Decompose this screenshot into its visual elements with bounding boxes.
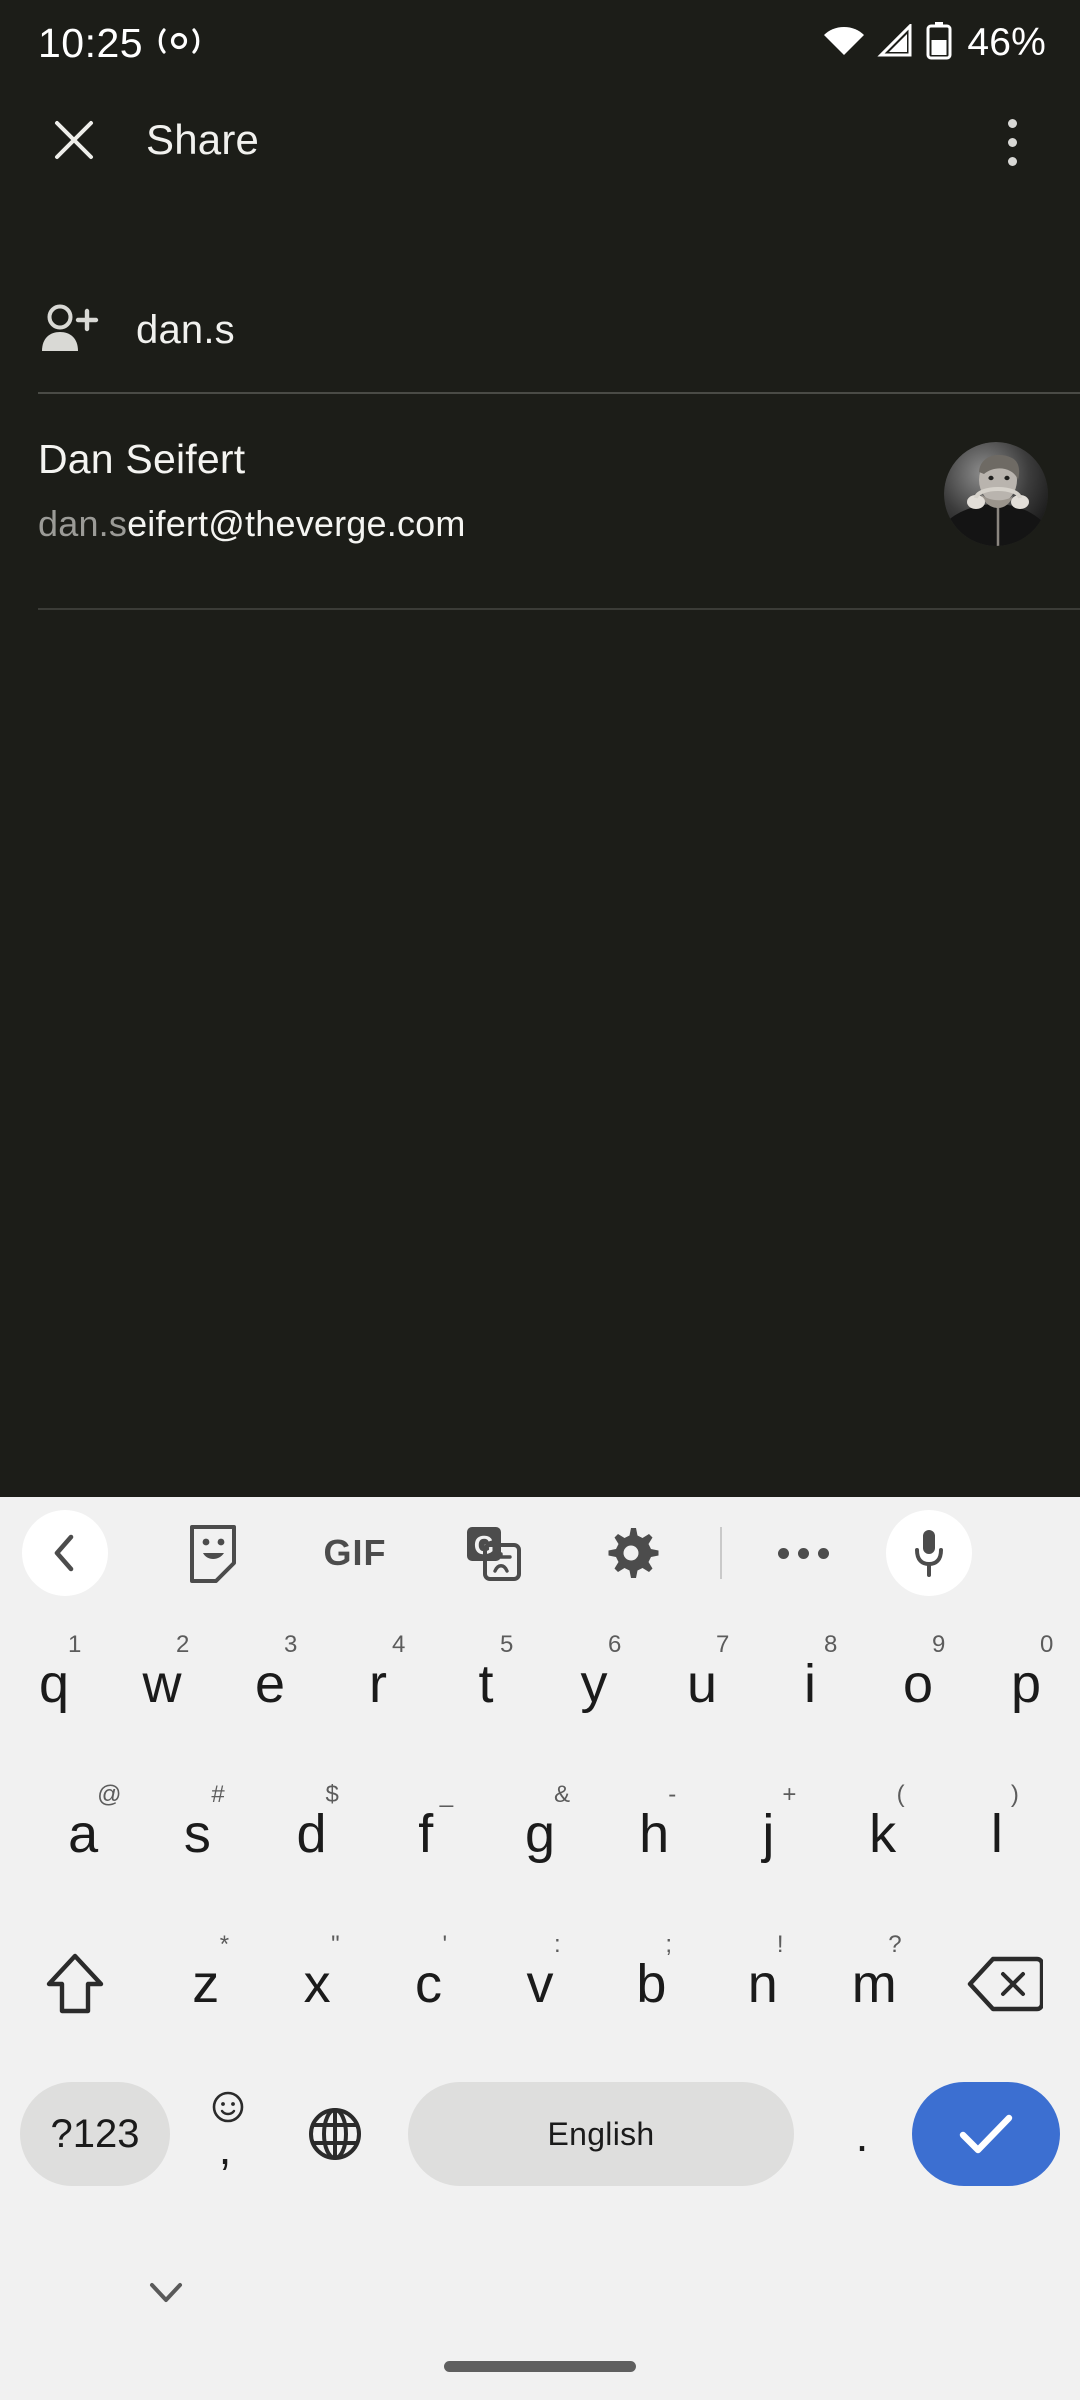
key-h[interactable]: -h <box>597 1759 711 1909</box>
key-m[interactable]: ? m <box>819 1909 930 2059</box>
key-b[interactable]: ; b <box>596 1909 707 2059</box>
key-c[interactable]: ' c <box>373 1909 484 2059</box>
gesture-nav-pill[interactable] <box>444 2361 636 2372</box>
key-a[interactable]: @ a <box>26 1759 140 1909</box>
key-f[interactable]: _ f <box>369 1759 483 1909</box>
toolbar-divider <box>720 1527 722 1579</box>
keyboard-row-3: * z " x ' c :v ; b ! n ? m <box>0 1909 1080 2059</box>
key-r[interactable]: 4r <box>324 1609 432 1759</box>
comma-glyph: , <box>218 2122 232 2174</box>
key-w[interactable]: 2w <box>108 1609 216 1759</box>
recipient-input-value[interactable]: dan.s <box>136 308 235 353</box>
more-options-icon[interactable] <box>748 1547 858 1559</box>
page-title: Share <box>146 116 260 163</box>
gif-icon[interactable]: GIF <box>300 1505 410 1601</box>
space-key[interactable]: English <box>408 2082 794 2186</box>
contact-name: Dan Seifert <box>38 436 246 482</box>
status-bar-left: 10:25 <box>38 20 201 67</box>
shift-key[interactable] <box>0 1909 150 2059</box>
keyboard-row-4: ?123 , English . <box>0 2059 1080 2209</box>
translate-icon[interactable]: G <box>438 1505 548 1601</box>
period-glyph: . <box>855 2109 869 2161</box>
symbols-key[interactable]: ?123 <box>20 2082 170 2186</box>
sticker-icon[interactable] <box>158 1505 268 1601</box>
battery-percent-label: 46% <box>967 21 1046 64</box>
contact-suggestion-row[interactable]: Dan Seifert dan.seifert@theverge.com <box>0 394 1080 608</box>
keyboard-bottom-bar <box>0 2209 1080 2400</box>
backspace-key[interactable] <box>930 1909 1080 2059</box>
key-s[interactable]: # s <box>140 1759 254 1909</box>
enter-done-key[interactable] <box>912 2082 1060 2186</box>
key-e[interactable]: 3e <box>216 1609 324 1759</box>
keyboard-row-1: 1q 2w 3e 4r 5t 6y 7u 8i 9o 0p <box>0 1609 1080 1759</box>
key-p[interactable]: 0p <box>972 1609 1080 1759</box>
key-y[interactable]: 6y <box>540 1609 648 1759</box>
key-d[interactable]: $ d <box>254 1759 368 1909</box>
wifi-icon <box>822 24 866 62</box>
key-i[interactable]: 8i <box>756 1609 864 1759</box>
key-t[interactable]: 5t <box>432 1609 540 1759</box>
contact-email-matched: dan.s <box>38 503 128 544</box>
overflow-menu-icon[interactable] <box>972 102 1052 182</box>
key-u[interactable]: 7u <box>648 1609 756 1759</box>
space-language-label: English <box>547 2115 655 2152</box>
keyboard-toolbar: GIF G <box>0 1497 1080 1609</box>
gear-icon[interactable] <box>576 1505 686 1601</box>
key-n[interactable]: ! n <box>707 1909 818 2059</box>
keyboard-row-2: @ a # s $ d _ f & g -h + j (k ) l <box>0 1759 1080 1909</box>
status-clock: 10:25 <box>38 19 144 66</box>
contact-email-rest: eifert@theverge.com <box>127 503 466 544</box>
person-add-icon <box>34 294 106 366</box>
key-x[interactable]: " x <box>261 1909 372 2059</box>
microphone-icon[interactable] <box>886 1510 972 1596</box>
share-app-bar: Share <box>0 86 1080 194</box>
key-g[interactable]: & g <box>483 1759 597 1909</box>
hotspot-icon <box>157 26 201 61</box>
contact-email: dan.seifert@theverge.com <box>38 503 466 545</box>
key-k[interactable]: (k <box>826 1759 940 1909</box>
status-bar: 10:25 46% <box>0 0 1080 86</box>
cellular-signal-icon <box>877 22 915 62</box>
language-switch-key[interactable] <box>280 2105 390 2163</box>
close-icon[interactable] <box>22 88 126 192</box>
chevron-down-icon[interactable] <box>126 2253 206 2333</box>
recipient-input-row[interactable]: dan.s <box>0 272 1080 388</box>
battery-icon <box>926 21 952 65</box>
share-dialog-screen: 10:25 46% Share dan.s Dan Seifert dan.se… <box>0 0 1080 1497</box>
period-key[interactable]: . <box>812 2082 912 2186</box>
comma-key[interactable]: , <box>170 2082 280 2186</box>
contact-text-block: Dan Seifert dan.seifert@theverge.com <box>38 436 466 545</box>
key-j[interactable]: + j <box>711 1759 825 1909</box>
key-o[interactable]: 9o <box>864 1609 972 1759</box>
contact-divider <box>38 608 1080 610</box>
key-l[interactable]: ) l <box>940 1759 1054 1909</box>
status-bar-right: 46% <box>822 21 1046 65</box>
key-q[interactable]: 1q <box>0 1609 108 1759</box>
back-chevron-icon[interactable] <box>22 1510 108 1596</box>
key-z[interactable]: * z <box>150 1909 261 2059</box>
avatar <box>944 442 1048 546</box>
key-v[interactable]: :v <box>484 1909 595 2059</box>
on-screen-keyboard: GIF G 1q 2 w 3 e 4 r 5 t 6 y 7 u 8 i 9 o… <box>0 1497 1080 2400</box>
